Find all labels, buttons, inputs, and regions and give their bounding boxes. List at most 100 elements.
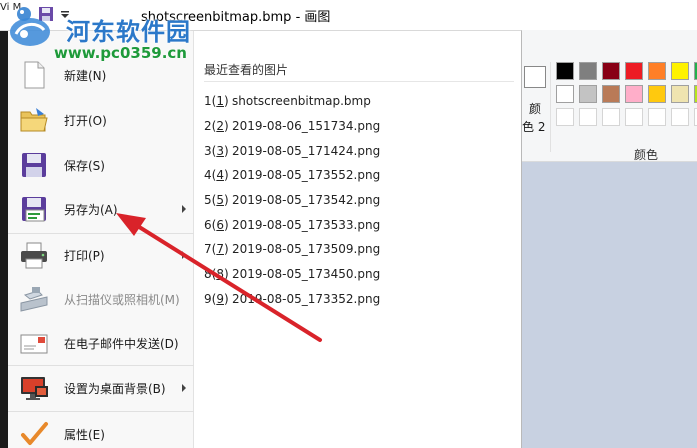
menu-item-email-label: 在电子邮件中发送(D) [64, 336, 179, 351]
menu-item-scanner: 从扫描仪或照相机(M) [8, 277, 194, 321]
canvas-area [520, 162, 697, 448]
recent-picture-item[interactable]: 8(8) 2019-08-05_173450.png [204, 262, 514, 287]
color-2-swatch[interactable] [524, 66, 546, 88]
recent-picture-number: 5(5) [204, 193, 229, 208]
menu-item-save-as[interactable]: 另存为(A) [8, 187, 194, 231]
recent-picture-filename: 2019-08-05_173552.png [232, 168, 381, 183]
menu-item-desktop-background[interactable]: 设置为桌面背景(B) [8, 366, 194, 410]
recent-picture-filename: 2019-08-05_173352.png [232, 291, 381, 306]
palette-color-swatch[interactable] [671, 85, 689, 103]
recent-picture-access-key: 3 [216, 143, 224, 158]
recent-picture-item[interactable]: 6(6) 2019-08-05_173533.png [204, 212, 514, 237]
email-icon [18, 327, 50, 359]
colors-group-label: 颜色 [634, 148, 659, 162]
palette-color-swatch[interactable] [671, 62, 689, 80]
menu-item-desktop-background-label: 设置为桌面背景(B) [64, 381, 166, 396]
recent-picture-access-key: 5 [216, 193, 224, 208]
recent-picture-index: 6 [204, 217, 212, 232]
app-name: 画图 [304, 10, 331, 25]
submenu-arrow-icon [182, 384, 186, 392]
recent-picture-filename: 2019-08-05_173533.png [232, 217, 381, 232]
recent-picture-filename: 2019-08-05_173542.png [232, 193, 381, 208]
menu-item-new-label: 新建(N) [64, 68, 107, 83]
file-menu: 新建(N) 打开(O) 保存(S) 另存为(A) 打印(P) 从扫描仪或照相机(… [0, 30, 522, 448]
palette-custom-swatch[interactable] [602, 108, 620, 126]
printer-icon [18, 239, 50, 271]
recent-picture-number: 1(1) [204, 94, 229, 109]
recent-picture-filename: 2019-08-05_173509.png [232, 242, 381, 257]
menu-item-email[interactable]: 在电子邮件中发送(D) [8, 321, 194, 365]
color-2-label-b: 色 2 [522, 120, 546, 134]
palette-color-swatch[interactable] [579, 85, 597, 103]
recent-picture-filename: 2019-08-06_151734.png [232, 119, 381, 134]
submenu-arrow-icon [182, 251, 186, 259]
recent-picture-access-key: 4 [216, 168, 224, 183]
palette-color-swatch[interactable] [602, 62, 620, 80]
recent-picture-index: 3 [204, 143, 212, 158]
palette-color-swatch[interactable] [579, 62, 597, 80]
recent-picture-number: 7(7) [204, 242, 229, 257]
recent-picture-number: 2(2) [204, 119, 229, 134]
palette-color-swatch[interactable] [625, 62, 643, 80]
menu-item-properties[interactable]: 属性(E) [8, 412, 194, 448]
menu-item-open[interactable]: 打开(O) [8, 98, 194, 142]
recent-picture-filename: 2019-08-05_173450.png [232, 267, 381, 282]
recent-picture-number: 9(9) [204, 291, 229, 306]
palette-color-swatch[interactable] [602, 85, 620, 103]
recent-picture-access-key: 8 [216, 267, 224, 282]
recent-picture-number: 6(6) [204, 217, 229, 232]
palette-custom-swatch[interactable] [556, 108, 574, 126]
palette-color-swatch[interactable] [556, 62, 574, 80]
recent-picture-index: 4 [204, 168, 212, 183]
menu-item-save[interactable]: 保存(S) [8, 143, 194, 187]
recent-picture-access-key: 1 [216, 94, 224, 109]
recent-picture-number: 3(3) [204, 143, 229, 158]
recent-picture-item[interactable]: 7(7) 2019-08-05_173509.png [204, 237, 514, 262]
menu-item-save-label: 保存(S) [64, 158, 105, 173]
menu-left-edge [0, 31, 8, 448]
recent-picture-access-key: 9 [216, 291, 224, 306]
recent-picture-access-key: 6 [216, 217, 224, 232]
recent-picture-item[interactable]: 9(9) 2019-08-05_173352.png [204, 287, 514, 312]
desktop-background-icon [18, 372, 50, 404]
recent-pictures-divider [204, 81, 514, 82]
recent-pictures-list: 1(1) shotscreenbitmap.bmp 2(2) 2019-08-06_1… [204, 89, 514, 311]
recent-picture-item[interactable]: 1(1) shotscreenbitmap.bmp [204, 89, 514, 114]
recent-picture-index: 1 [204, 94, 212, 109]
watermark-logo-icon [10, 18, 50, 46]
watermark-url: www.pc0359.cn [54, 44, 187, 62]
palette-custom-swatch[interactable] [671, 108, 689, 126]
recent-picture-number: 4(4) [204, 168, 229, 183]
recent-picture-access-key: 2 [216, 119, 224, 134]
scanner-icon [18, 283, 50, 315]
recent-picture-index: 7 [204, 242, 212, 257]
palette-color-swatch[interactable] [556, 85, 574, 103]
recent-picture-index: 5 [204, 193, 212, 208]
submenu-arrow-icon [182, 205, 186, 213]
watermark-site-name: 河东软件园 [66, 18, 191, 46]
ribbon-separator [550, 62, 551, 152]
recent-picture-access-key: 7 [216, 242, 224, 257]
recent-picture-filename: shotscreenbitmap.bmp [232, 94, 371, 109]
recent-picture-index: 9 [204, 291, 212, 306]
recent-picture-item[interactable]: 2(2) 2019-08-06_151734.png [204, 114, 514, 139]
menu-item-print-label: 打印(P) [64, 248, 105, 263]
palette-color-swatch[interactable] [648, 62, 666, 80]
recent-picture-item[interactable]: 4(4) 2019-08-05_173552.png [204, 163, 514, 188]
save-as-icon [18, 193, 50, 225]
recent-picture-item[interactable]: 5(5) 2019-08-05_173542.png [204, 188, 514, 213]
palette-color-swatch[interactable] [625, 85, 643, 103]
palette-custom-swatch[interactable] [579, 108, 597, 126]
palette-custom-swatch[interactable] [625, 108, 643, 126]
palette-color-swatch[interactable] [648, 85, 666, 103]
recent-picture-index: 8 [204, 267, 212, 282]
recent-pictures-heading: 最近查看的图片 [204, 63, 289, 77]
save-floppy-icon [18, 149, 50, 181]
open-folder-icon [18, 104, 50, 136]
palette-custom-swatch[interactable] [648, 108, 666, 126]
recent-picture-item[interactable]: 3(3) 2019-08-05_171424.png [204, 138, 514, 163]
menu-item-print[interactable]: 打印(P) [8, 233, 194, 277]
new-file-icon [18, 59, 50, 91]
color-palette [556, 62, 697, 126]
recent-picture-index: 2 [204, 119, 212, 134]
